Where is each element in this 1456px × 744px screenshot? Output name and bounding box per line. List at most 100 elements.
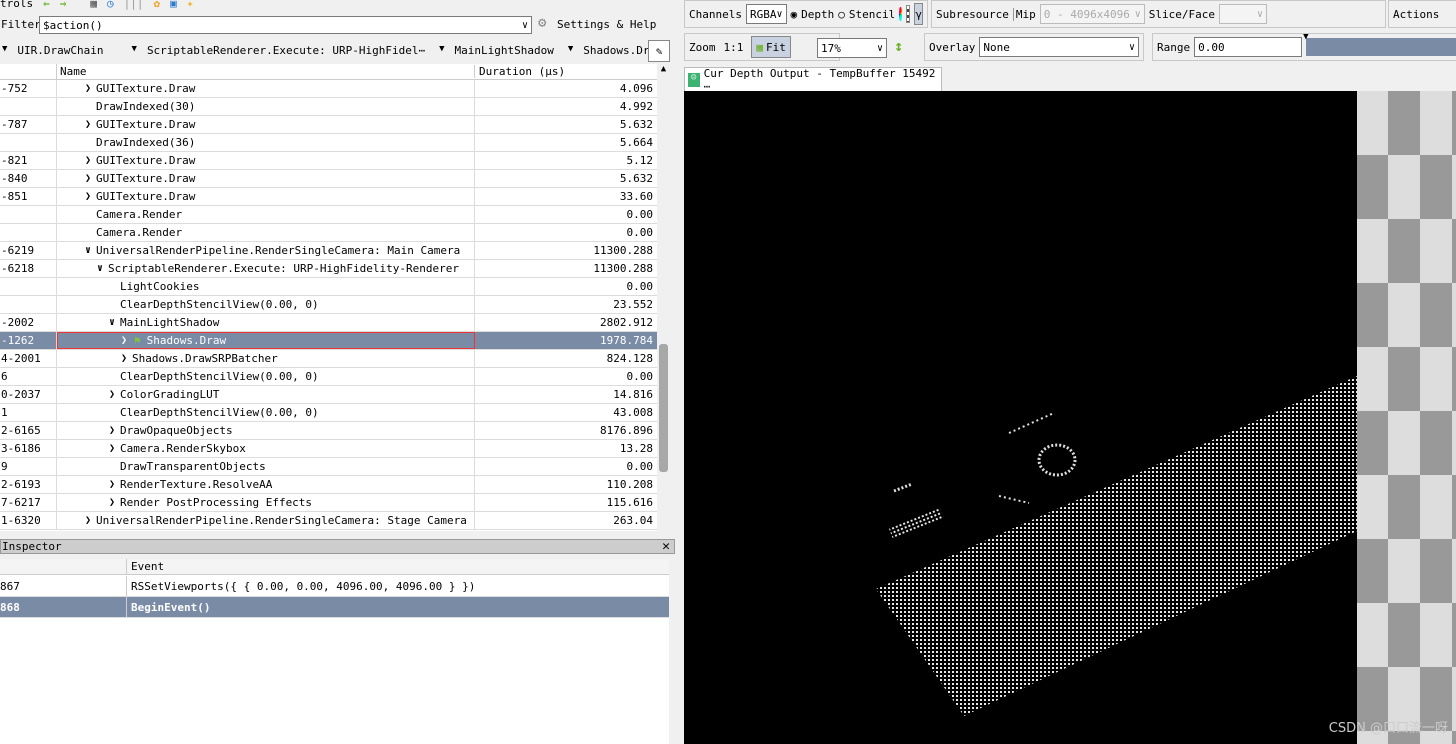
gear-orange-icon[interactable]: ✿ <box>154 0 161 10</box>
range-min-input[interactable]: 0.00 <box>1194 37 1303 57</box>
column-duration[interactable]: Duration (µs) <box>475 65 565 78</box>
scroll-up-icon[interactable]: ▲ <box>657 64 670 74</box>
table-row[interactable]: 2-6193 ❯ RenderTexture.ResolveAA 110.208 <box>0 476 657 494</box>
table-row[interactable]: Camera.Render 0.00 <box>0 206 657 224</box>
checkerboard-button[interactable] <box>905 5 911 23</box>
table-row[interactable]: -840 ❯ GUITexture.Draw 5.632 <box>0 170 657 188</box>
fit-button[interactable]: ▦ Fit <box>751 36 791 58</box>
table-row[interactable]: DrawIndexed(30) 4.992 <box>0 98 657 116</box>
event-id: 6 <box>0 368 57 385</box>
chevron-right-icon[interactable]: ❯ <box>109 425 120 436</box>
channels-select[interactable]: RGBA ∨ <box>745 4 787 24</box>
chevron-down-icon[interactable]: ∨ <box>109 317 120 328</box>
stencil-radio[interactable]: ○ <box>838 8 845 21</box>
breadcrumb-dropdown-icon[interactable]: ▼ <box>568 44 573 57</box>
table-row[interactable]: 7-6217 ❯ Render PostProcessing Effects 1… <box>0 494 657 512</box>
columns-icon[interactable]: ||| <box>124 0 144 10</box>
edit-notes-button[interactable]: ✎ <box>648 40 670 62</box>
texture-canvas[interactable]: CSDN @口口流一呀 <box>684 91 1456 744</box>
table-row[interactable]: LightCookies 0.00 <box>0 278 657 296</box>
chevron-right-icon[interactable]: ❯ <box>85 83 96 94</box>
table-row[interactable]: 1-6320 ❯ UniversalRenderPipeline.RenderS… <box>0 512 657 530</box>
chevron-right-icon[interactable]: ❯ <box>85 119 96 130</box>
table-row[interactable]: 6 ClearDepthStencilView(0.00, 0) 0.00 <box>0 368 657 386</box>
overlay-select[interactable]: None ∨ <box>979 37 1139 57</box>
chevron-right-icon[interactable]: ❯ <box>109 479 120 490</box>
table-row[interactable]: 1 ClearDepthStencilView(0.00, 0) 43.008 <box>0 404 657 422</box>
actions-label[interactable]: Actions <box>1393 8 1439 21</box>
color-wheel-icon[interactable] <box>899 7 902 21</box>
zoom-label: Zoom <box>689 40 716 54</box>
chevron-right-icon[interactable]: ❯ <box>109 497 120 508</box>
chevron-right-icon[interactable]: ❯ <box>85 515 96 526</box>
scroll-thumb[interactable] <box>659 344 668 472</box>
mip-value: 0 - 4096x4096 <box>1043 7 1130 21</box>
zoom-select[interactable]: 17% ∨ <box>817 38 887 58</box>
breadcrumb-item[interactable]: MainLightShadow <box>455 44 554 57</box>
chevron-right-icon[interactable]: ❯ <box>85 173 96 184</box>
close-icon[interactable]: ✕ <box>662 539 674 554</box>
chevron-right-icon[interactable]: ❯ <box>85 191 96 202</box>
chevron-right-icon[interactable]: ❯ <box>85 155 96 166</box>
table-row[interactable]: -787 ❯ GUITexture.Draw 5.632 <box>0 116 657 134</box>
table-row[interactable]: DrawIndexed(36) 5.664 <box>0 134 657 152</box>
table-row[interactable]: -1262 ❯ ⚑ Shadows.Draw 1978.784 <box>0 332 657 350</box>
back-icon[interactable]: ⇐ <box>43 0 50 10</box>
mip-select[interactable]: 0 - 4096x4096 ∨ <box>1039 4 1145 24</box>
timer-icon[interactable]: ◷ <box>107 0 114 10</box>
chevron-right-icon[interactable]: ❯ <box>121 353 132 364</box>
breadcrumb-dropdown-icon[interactable]: ▼ <box>439 44 444 57</box>
tab-cur-depth-output[interactable]: ☺ Cur Depth Output - TempBuffer 15492 ⋯ <box>684 67 942 93</box>
table-row[interactable]: 9 DrawTransparentObjects 0.00 <box>0 458 657 476</box>
breadcrumb-dropdown-icon[interactable]: ▼ <box>2 44 7 57</box>
filter-input[interactable]: $action() ∨ <box>39 16 532 34</box>
table-row[interactable]: 4-2001 ❯ Shadows.DrawSRPBatcher 824.128 <box>0 350 657 368</box>
api-event-call: BeginEvent() <box>131 600 211 614</box>
event-id <box>0 296 57 313</box>
scrollbar[interactable]: ▲ <box>657 64 670 531</box>
column-name[interactable]: Name <box>57 65 475 78</box>
table-row[interactable]: -752 ❯ GUITexture.Draw 4.096 <box>0 80 657 98</box>
gamma-button[interactable]: γ <box>914 3 923 25</box>
chevron-right-icon[interactable]: ❯ <box>109 389 120 400</box>
chevron-down-icon[interactable]: ∨ <box>85 245 96 256</box>
table-row[interactable]: -821 ❯ GUITexture.Draw 5.12 <box>0 152 657 170</box>
chevron-right-icon[interactable]: ❯ <box>109 443 120 454</box>
range-handle[interactable]: ▼ <box>1303 32 1308 42</box>
table-row[interactable]: Camera.Render 0.00 <box>0 224 657 242</box>
event-name: ClearDepthStencilView(0.00, 0) <box>120 298 319 311</box>
bookmark-icon[interactable]: ▦ <box>90 0 97 10</box>
event-id: -851 <box>0 188 57 205</box>
save-icon[interactable]: ▣ <box>170 0 177 10</box>
inspector-row[interactable]: 868 BeginEvent() <box>0 597 669 618</box>
table-row[interactable]: -2002 ∨ MainLightShadow 2802.912 <box>0 314 657 332</box>
table-row[interactable]: -851 ❯ GUITexture.Draw 33.60 <box>0 188 657 206</box>
breadcrumb-item[interactable]: UIR.DrawChain <box>17 44 103 57</box>
chevron-down-icon[interactable]: ∨ <box>522 20 528 31</box>
table-row[interactable]: -6218 ∨ ScriptableRenderer.Execute: URP-… <box>0 260 657 278</box>
chevron-down-icon[interactable]: ∨ <box>97 263 108 274</box>
gear-icon[interactable]: ⚙ <box>538 15 546 31</box>
event-id <box>0 134 57 151</box>
event-id <box>0 206 57 223</box>
settings-help-button[interactable]: Settings & Help <box>557 18 656 31</box>
event-name: Shadows.DrawSRPBatcher <box>132 352 278 365</box>
table-row[interactable]: 3-6186 ❯ Camera.RenderSkybox 13.28 <box>0 440 657 458</box>
breadcrumb-dropdown-icon[interactable]: ▼ <box>132 44 137 57</box>
table-row[interactable]: ClearDepthStencilView(0.00, 0) 23.552 <box>0 296 657 314</box>
depth-radio[interactable]: ◉ <box>791 8 798 21</box>
forward-icon[interactable]: ⇒ <box>60 0 67 10</box>
inspector-row[interactable]: 867 RSSetViewports({ { 0.00, 0.00, 4096.… <box>0 576 669 597</box>
table-row[interactable]: 2-6165 ❯ DrawOpaqueObjects 8176.896 <box>0 422 657 440</box>
event-id: -787 <box>0 116 57 133</box>
column-event[interactable]: Event <box>127 560 164 573</box>
zoom-1to1-button[interactable]: 1:1 <box>724 41 744 54</box>
table-row[interactable]: 0-2037 ❯ ColorGradingLUT 14.816 <box>0 386 657 404</box>
chevron-right-icon[interactable]: ❯ <box>121 335 132 346</box>
table-row[interactable]: -6219 ∨ UniversalRenderPipeline.RenderSi… <box>0 242 657 260</box>
star-icon[interactable]: ✦ <box>187 0 194 10</box>
slice-select[interactable]: ∨ <box>1218 4 1267 24</box>
breadcrumb-item[interactable]: ScriptableRenderer.Execute: URP-HighFide… <box>147 44 425 57</box>
flip-icon[interactable]: ↕ <box>894 37 903 55</box>
range-slider[interactable]: ▼ <box>1303 32 1456 56</box>
